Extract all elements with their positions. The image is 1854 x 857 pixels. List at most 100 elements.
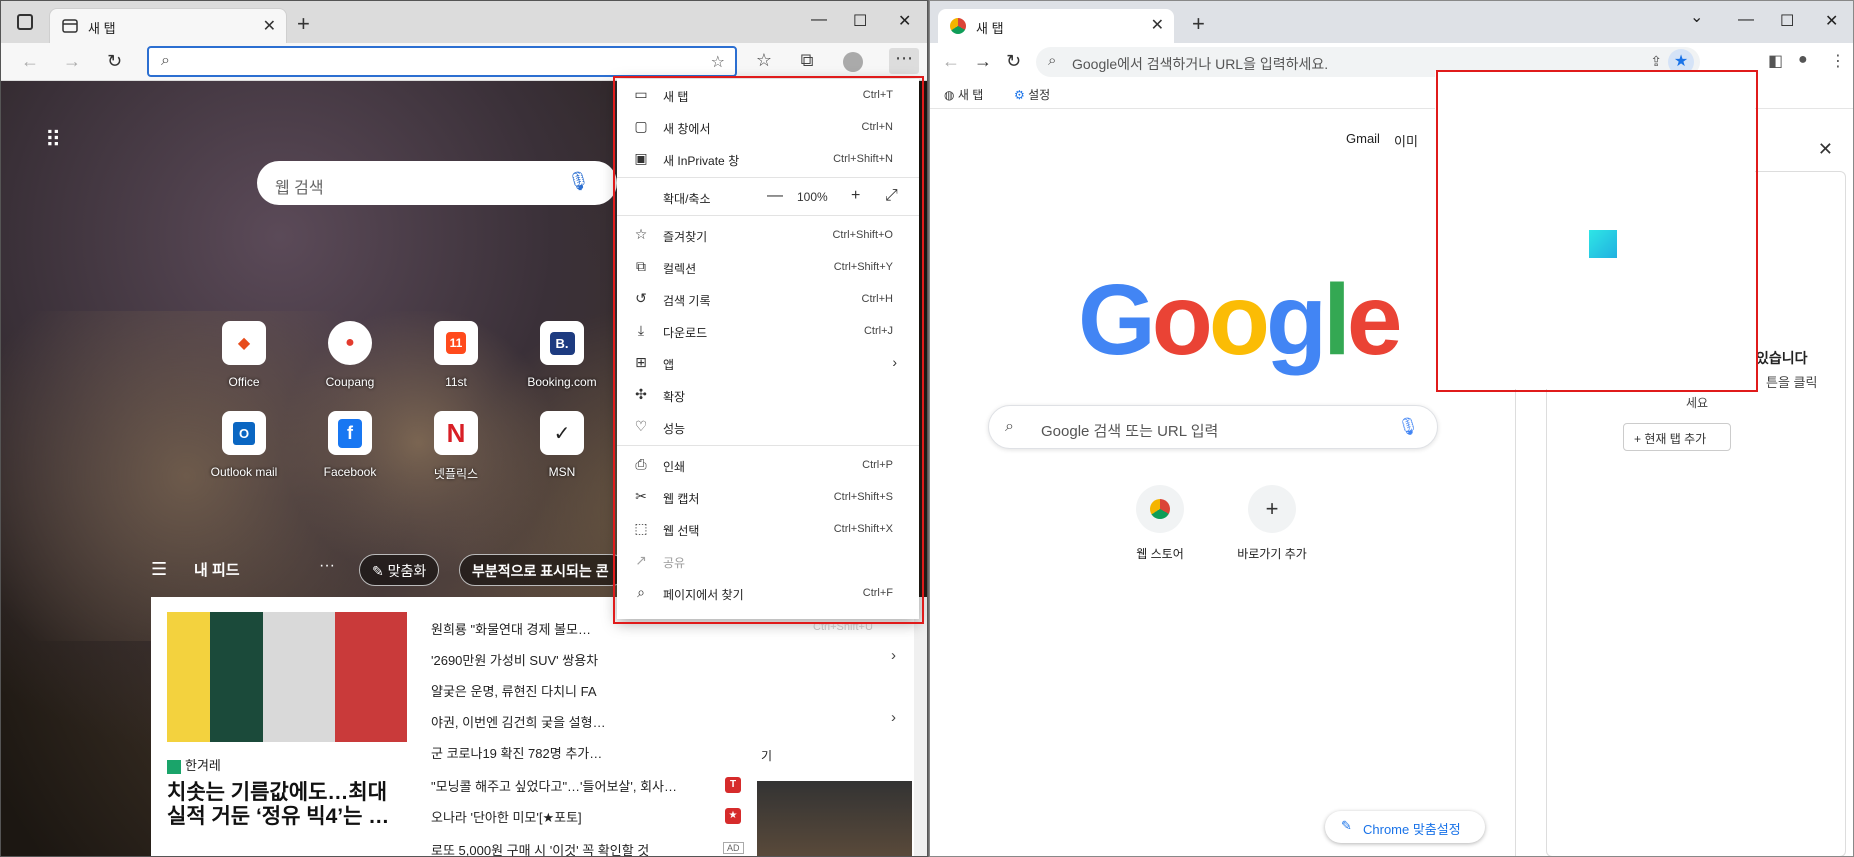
news-item[interactable]: 오나라 '단아한 미모'[★포토]	[431, 807, 731, 826]
tile-msn[interactable]: ✓ MSN	[517, 411, 607, 479]
tile-coupang[interactable]: ● Coupang	[305, 321, 395, 389]
menu-item-web-select[interactable]: ⬚ 웹 선택 Ctrl+Shift+X	[617, 515, 919, 543]
google-search-box[interactable]: ⌕ Google 검색 또는 URL 입력 🎙	[988, 405, 1438, 449]
menu-label: 페이지에서 찾기	[663, 588, 744, 602]
back-icon[interactable]: ←	[942, 51, 960, 72]
bookmark-newtab[interactable]: ◍ 새 탭	[944, 86, 983, 103]
close-window-icon[interactable]: ✕	[898, 11, 911, 31]
news-item[interactable]: 원희룡 "화물연대 경제 볼모…	[431, 619, 731, 638]
personalize-label: 맞춤화	[387, 563, 427, 579]
chevron-down-icon[interactable]: ⌄	[1690, 7, 1703, 27]
tab-title: 새 탭	[88, 21, 116, 36]
side-panel-icon[interactable]: ◧	[1768, 51, 1783, 71]
feed-menu-icon[interactable]: ☰	[151, 559, 167, 580]
edge-tab-newtab[interactable]: 새 탭 ✕	[49, 8, 287, 43]
menu-item-performance[interactable]: ♡ 성능	[617, 413, 919, 441]
partial-shortcut: Ctrl+Shift+U	[813, 621, 873, 633]
mic-icon[interactable]: 🎙	[1397, 417, 1419, 437]
menu-item-downloads[interactable]: ⤓ 다운로드 Ctrl+J	[617, 317, 919, 345]
close-tab-icon[interactable]: ✕	[1151, 15, 1164, 35]
collections-icon[interactable]: ⧉	[796, 50, 818, 72]
share-icon: ↗	[635, 552, 647, 568]
new-tab-button[interactable]: +	[1192, 11, 1205, 37]
gmail-link[interactable]: Gmail	[1346, 131, 1380, 146]
news-image[interactable]	[167, 612, 407, 742]
add-current-tab-button[interactable]: + 현재 탭 추가	[1623, 423, 1731, 451]
favorites-icon[interactable]: ☆	[753, 50, 775, 72]
tile-11st[interactable]: 11 11st	[411, 321, 501, 389]
scrollbar[interactable]	[914, 597, 927, 856]
share-icon[interactable]: ⇪	[1650, 53, 1662, 70]
personalize-button[interactable]: ✎ 맞춤화	[359, 554, 440, 586]
new-tab-button[interactable]: +	[297, 11, 310, 37]
close-tab-icon[interactable]: ✕	[263, 16, 276, 36]
tile-facebook[interactable]: f Facebook	[305, 411, 395, 479]
bookmark-settings[interactable]: ⚙ 설정	[1014, 86, 1050, 103]
chrome-tab-newtab[interactable]: 새 탭 ✕	[938, 9, 1174, 43]
mic-icon[interactable]: 🎙	[567, 171, 590, 192]
tile-outlook[interactable]: O Outlook mail	[199, 411, 289, 479]
maximize-icon[interactable]: ☐	[853, 11, 867, 31]
customize-chrome-button[interactable]: ✎ Chrome 맞춤설정	[1325, 811, 1485, 843]
news-item[interactable]: 군 코로나19 확진 782명 추가…	[431, 743, 731, 762]
profile-icon[interactable]: ●	[1798, 51, 1808, 69]
chrome-logo-icon	[950, 18, 966, 34]
tile-netflix[interactable]: N 넷플릭스	[411, 411, 501, 482]
zoom-out-icon[interactable]: —	[767, 187, 783, 205]
news-item[interactable]: 로또 5,000원 구매 시 '이것' 꼭 확인할 것	[431, 840, 731, 856]
menu-item-web-capture[interactable]: ✂ 웹 캡처 Ctrl+Shift+S	[617, 483, 919, 511]
news-badge-icon: T	[725, 777, 741, 793]
refresh-icon[interactable]: ↻	[107, 51, 122, 72]
menu-label: 앱	[663, 358, 675, 372]
menu-divider	[617, 177, 919, 178]
main-headline[interactable]: 치솟는 기름값에도…최대 실적 거둔 ‘정유 빅4’는 …	[167, 781, 397, 829]
edge-toolbar: ← → ↻ ⌕ ☆ ☆ ⧉ ⋯	[1, 43, 927, 81]
shortcut-add[interactable]: + 바로가기 추가	[1224, 485, 1320, 562]
images-link[interactable]: 이미	[1394, 131, 1418, 150]
shortcut-webstore[interactable]: 웹 스토어	[1112, 485, 1208, 562]
news-item[interactable]: "모닝콜 해주고 싶었다고"…'들어보살', 회사…	[431, 776, 731, 795]
menu-item-new-window[interactable]: ▢ 새 창에서 Ctrl+N	[617, 113, 919, 141]
news-item[interactable]: 야권, 이번엔 김건희 궂을 설형…	[431, 712, 731, 731]
panel-text: 세요	[1686, 396, 1709, 410]
minimize-icon[interactable]: —	[1738, 11, 1754, 29]
tile-booking[interactable]: B. Booking.com	[517, 321, 607, 389]
refresh-icon[interactable]: ↻	[1006, 51, 1021, 72]
web-search-box[interactable]: 웹 검색 🎙	[257, 161, 617, 205]
menu-item-collections[interactable]: ⧉ 컬렉션 Ctrl+Shift+Y	[617, 253, 919, 281]
tab-actions-icon[interactable]	[17, 14, 33, 30]
address-bar[interactable]: ⌕ ☆	[147, 46, 737, 77]
menu-item-apps[interactable]: ⊞ 앱 ›	[617, 349, 919, 377]
forward-icon[interactable]: →	[63, 51, 81, 72]
menu-item-inprivate[interactable]: ▣ 새 InPrivate 창 Ctrl+Shift+N	[617, 145, 919, 173]
app-launcher-icon[interactable]: ⠿	[45, 127, 61, 153]
forward-icon[interactable]: →	[974, 51, 992, 72]
menu-dots-icon[interactable]: ⋮	[1830, 51, 1846, 71]
menu-item-new-tab[interactable]: ▭ 새 탭 Ctrl+T	[617, 81, 919, 109]
back-icon[interactable]: ←	[21, 51, 39, 72]
menu-item-history[interactable]: ↺ 검색 기록 Ctrl+H	[617, 285, 919, 313]
fullscreen-icon[interactable]: ⤢	[885, 187, 898, 205]
profile-avatar[interactable]	[843, 52, 863, 72]
menu-item-favorites[interactable]: ☆ 즐겨찾기 Ctrl+Shift+O	[617, 221, 919, 249]
close-window-icon[interactable]: ✕	[1825, 11, 1838, 31]
chevron-right-icon[interactable]: ›	[891, 709, 896, 726]
news-item[interactable]: '2690만원 가성비 SUV' 쌍용차	[431, 650, 731, 669]
add-favorite-icon[interactable]: ☆	[711, 52, 725, 72]
more-options-icon[interactable]: ···	[319, 557, 335, 575]
menu-item-print[interactable]: ⎙ 인쇄 Ctrl+P	[617, 451, 919, 479]
chevron-right-icon[interactable]: ›	[891, 647, 896, 664]
news-item[interactable]: 얄궂은 운명, 류현진 다치니 FA	[431, 681, 731, 700]
close-icon[interactable]: ✕	[1818, 139, 1833, 160]
zoom-in-icon[interactable]: +	[851, 187, 860, 205]
logo-letter: G	[1078, 264, 1156, 376]
content-visibility-button[interactable]: 부분적으로 표시되는 콘	[459, 554, 627, 586]
minimize-icon[interactable]: —	[811, 11, 827, 29]
settings-more-icon[interactable]: ⋯	[889, 48, 919, 74]
tile-office[interactable]: ◆ Office	[199, 321, 289, 389]
side-image	[757, 781, 912, 856]
maximize-icon[interactable]: ☐	[1780, 11, 1794, 31]
menu-item-extensions[interactable]: ✣ 확장	[617, 381, 919, 409]
menu-item-find[interactable]: ⌕ 페이지에서 찾기 Ctrl+F	[617, 579, 919, 607]
office-icon: ◆	[222, 321, 266, 365]
